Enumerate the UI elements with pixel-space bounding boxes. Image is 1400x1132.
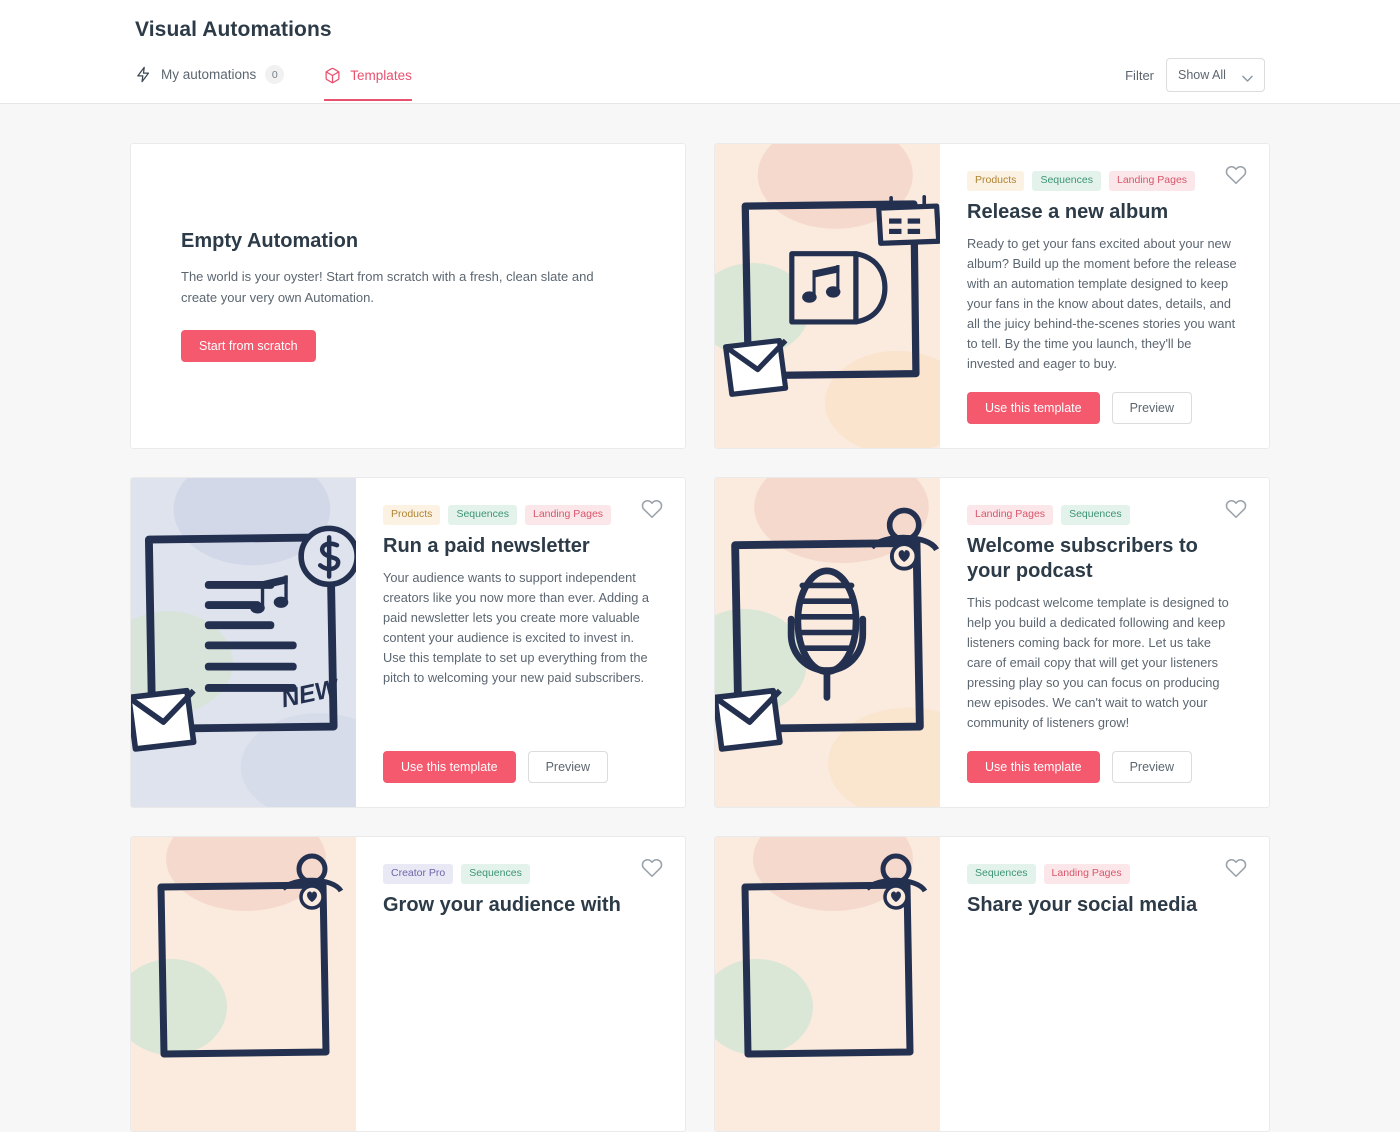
tag[interactable]: Landing Pages <box>1108 171 1196 191</box>
template-title: Welcome subscribers to your podcast <box>967 534 1198 582</box>
use-this-template-button[interactable]: Use this template <box>383 751 516 784</box>
template-description: Your audience wants to support independe… <box>383 569 650 686</box>
heart-icon <box>641 500 663 519</box>
tag[interactable]: Products <box>967 171 1025 191</box>
tab-templates[interactable]: Templates <box>324 67 412 101</box>
podcast-illustration <box>715 478 940 808</box>
template-description: Ready to get your fans excited about you… <box>967 235 1237 372</box>
audience-illustration <box>131 837 356 1132</box>
filter-select[interactable]: Show All <box>1166 58 1265 92</box>
tag[interactable]: Sequences <box>967 864 1036 884</box>
page-header: Visual Automations My automations 0 Temp… <box>0 0 1400 104</box>
favorite-button[interactable] <box>1225 164 1247 186</box>
favorite-button[interactable] <box>641 857 663 879</box>
card-actions: Use this template Preview <box>967 392 1239 425</box>
tag[interactable]: Sequences <box>1061 505 1130 525</box>
tag[interactable]: Creator Pro <box>383 864 454 884</box>
template-card: Landing Pages Sequences Welcome subscrib… <box>714 477 1270 809</box>
favorite-button[interactable] <box>641 498 663 520</box>
card-actions: Use this template Preview <box>967 751 1239 784</box>
heart-icon <box>641 859 663 878</box>
filter-label: Filter <box>1125 67 1154 83</box>
social-illustration <box>715 837 940 1132</box>
page-title: Visual Automations <box>135 18 332 41</box>
preview-button[interactable]: Preview <box>1111 751 1193 784</box>
favorite-button[interactable] <box>1225 857 1247 879</box>
tag-list: Sequences Landing Pages <box>967 864 1239 884</box>
album-illustration <box>715 144 940 449</box>
template-title: Share your social media <box>967 893 1198 916</box>
templates-grid: Empty Automation The world is your oyste… <box>0 104 1400 1132</box>
template-description: This podcast welcome template is designe… <box>967 594 1229 731</box>
tag-list: Creator Pro Sequences <box>383 864 655 884</box>
empty-automation-description: The world is your oyster! Start from scr… <box>181 269 594 305</box>
tag[interactable]: Sequences <box>1032 171 1101 191</box>
card-empty-automation: Empty Automation The world is your oyste… <box>130 143 686 450</box>
use-this-template-button[interactable]: Use this template <box>967 751 1100 784</box>
tab-label: Templates <box>350 68 412 83</box>
template-card: NEW Products Sequences Landing Pages Run… <box>130 477 686 809</box>
template-card: Products Sequences Landing Pages Release… <box>714 143 1270 450</box>
tag[interactable]: Landing Pages <box>524 505 612 525</box>
cube-icon <box>324 67 341 84</box>
chevron-down-icon <box>1242 72 1253 82</box>
empty-automation-title: Empty Automation <box>181 230 359 253</box>
template-title: Run a paid newsletter <box>383 534 590 557</box>
preview-button[interactable]: Preview <box>1111 392 1193 425</box>
filter-group: Filter Show All <box>1125 58 1265 92</box>
automations-count-badge: 0 <box>265 65 285 84</box>
heart-icon <box>1225 859 1247 878</box>
template-card: Sequences Landing Pages Share your socia… <box>714 836 1270 1132</box>
tag[interactable]: Landing Pages <box>967 505 1054 525</box>
tag[interactable]: Sequences <box>461 864 530 884</box>
heart-icon <box>1225 165 1247 185</box>
tag-list: Products Sequences Landing Pages <box>967 171 1239 191</box>
start-from-scratch-button[interactable]: Start from scratch <box>181 329 316 362</box>
template-title: Release a new album <box>967 200 1169 223</box>
tag[interactable]: Landing Pages <box>1043 864 1130 884</box>
template-card: Creator Pro Sequences Grow your audience… <box>130 836 686 1132</box>
tag[interactable]: Sequences <box>448 505 517 525</box>
tag[interactable]: Products <box>383 505 441 525</box>
card-actions: Use this template Preview <box>383 751 655 784</box>
template-title: Grow your audience with <box>383 893 621 916</box>
zap-icon <box>135 66 152 83</box>
tab-label: My automations <box>161 67 257 82</box>
newsletter-illustration: NEW <box>131 478 356 808</box>
filter-value: Show All <box>1178 68 1226 82</box>
use-this-template-button[interactable]: Use this template <box>967 392 1100 425</box>
favorite-button[interactable] <box>1225 498 1247 520</box>
tab-my-automations[interactable]: My automations 0 <box>135 65 285 101</box>
heart-icon <box>1225 500 1247 519</box>
tag-list: Landing Pages Sequences <box>967 505 1239 525</box>
preview-button[interactable]: Preview <box>527 751 609 784</box>
tag-list: Products Sequences Landing Pages <box>383 505 655 525</box>
